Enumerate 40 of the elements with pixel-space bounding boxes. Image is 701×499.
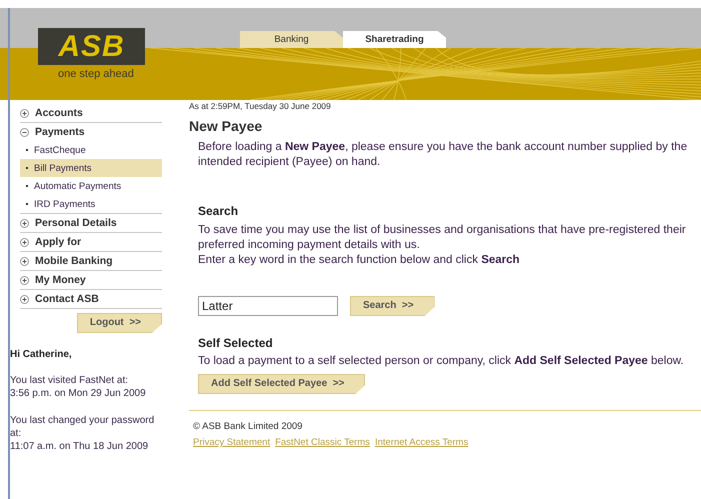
menu-group[interactable]: Mobile Banking	[20, 252, 162, 271]
menu-group[interactable]: My Money	[20, 271, 162, 290]
menu-group[interactable]: Payments	[20, 123, 162, 141]
intro-text: Before loading a New Payee, please ensure you have the bank account number supplied by the intended recipient (Payee) on hand.	[198, 140, 688, 170]
search-text: To save time you may use the list of businesses and organisations that have pre-registered their preferred incoming payment details with us.	[198, 223, 687, 253]
menu-group[interactable]: Contact ASB	[20, 290, 162, 309]
add-payee-button[interactable]: Add Self Selected Payee >>	[198, 374, 366, 394]
login-info: You last changed your password at:	[10, 414, 156, 440]
login-info: 3:56 p.m. on Mon 29 Jun 2009	[10, 387, 147, 400]
login-info: 11:07 a.m. on Thu 18 Jun 2009	[10, 440, 150, 453]
submenu-item[interactable]: FastCheque	[20, 141, 162, 159]
submenu-item[interactable]: IRD Payments	[20, 195, 162, 213]
copyright: © ASB Bank Limited 2009	[193, 421, 304, 432]
tagline: one step ahead	[58, 68, 134, 80]
submenu-item[interactable]: Bill Payments	[20, 159, 162, 177]
expand-icon	[20, 108, 29, 118]
menu-group[interactable]: Personal Details	[20, 214, 162, 233]
greeting: Hi Catherine,	[10, 349, 73, 360]
menu-group[interactable]: Accounts	[20, 104, 162, 123]
self-selected-text: To load a payment to a self selected person or company, click Add Self Selected Payee below.	[198, 354, 685, 369]
collapse-icon	[20, 128, 29, 136]
timestamp: As at 2:59PM, Tuesday 30 June 2009	[189, 101, 332, 111]
menu-group[interactable]: Apply for	[20, 233, 162, 252]
expand-icon	[20, 238, 29, 246]
page-title: New Payee	[189, 118, 264, 134]
expand-icon	[20, 218, 29, 228]
search-button[interactable]: Search >>	[350, 296, 435, 316]
expand-icon	[20, 276, 29, 284]
asb-logo: ASB	[38, 28, 145, 65]
nav-tab[interactable]: Banking	[240, 31, 343, 48]
expand-icon	[20, 256, 29, 266]
logout-button[interactable]: Logout >>	[76, 313, 162, 333]
section-heading: Self Selected	[198, 336, 274, 350]
nav-tab[interactable]: Sharetrading	[343, 31, 446, 48]
login-info: You last visited FastNet at:	[10, 374, 130, 387]
submenu-item[interactable]: Automatic Payments	[20, 177, 162, 195]
expand-icon	[20, 294, 29, 304]
search-field[interactable]: Latter	[198, 296, 338, 316]
section-heading: Search	[198, 204, 240, 218]
search-text: Enter a key word in the search function below and click Search	[198, 253, 521, 268]
